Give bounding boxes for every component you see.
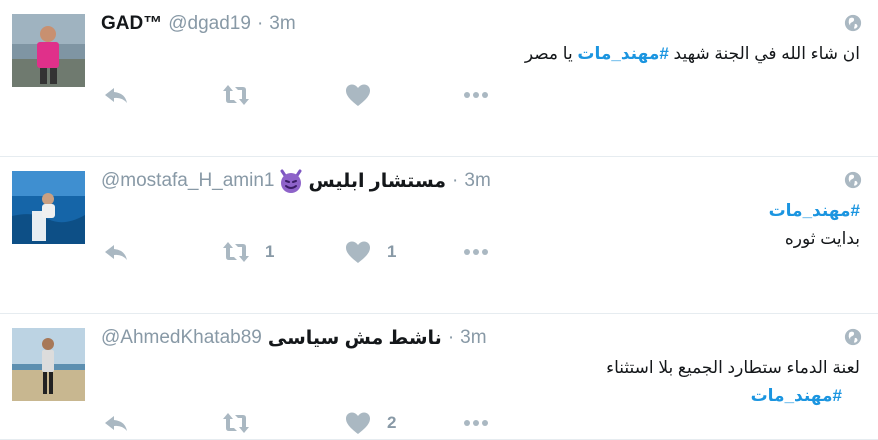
separator-dot: · bbox=[256, 13, 264, 34]
more-button[interactable] bbox=[461, 408, 491, 438]
like-icon bbox=[346, 84, 370, 106]
retweet-icon bbox=[223, 242, 249, 262]
display-name[interactable]: GAD™ bbox=[101, 13, 162, 35]
hashtag-link[interactable]: #مهند_مات bbox=[751, 386, 842, 405]
username[interactable]: @dgad19 bbox=[168, 13, 251, 35]
tweet-line: #مهند_مات bbox=[101, 197, 860, 225]
reply-button[interactable] bbox=[101, 237, 145, 267]
like-count: 2 bbox=[387, 413, 397, 432]
tweet-text: ان شاء الله في الجنة شهيد #مهند_مات يا م… bbox=[101, 40, 860, 68]
globe-icon bbox=[844, 14, 862, 32]
separator-dot: · bbox=[447, 327, 455, 348]
more-icon bbox=[464, 420, 488, 426]
retweet-button[interactable] bbox=[221, 408, 265, 438]
retweet-button[interactable] bbox=[221, 80, 265, 110]
globe-icon bbox=[844, 328, 862, 346]
tweet-actions bbox=[101, 80, 521, 110]
like-count: 1 bbox=[387, 242, 397, 261]
tweet[interactable]: @AhmedKhatab89 ناشط مش سياسى · 3m لعنة ا… bbox=[0, 314, 878, 440]
timestamp[interactable]: 3m bbox=[460, 327, 486, 349]
like-button[interactable]: 1 bbox=[343, 237, 396, 267]
tweet-text-segment: بدايت ثوره bbox=[784, 229, 860, 248]
more-icon bbox=[464, 249, 488, 255]
tweet-text-segment: ان شاء الله في الجنة شهيد bbox=[668, 44, 860, 63]
tweet-text: لعنة الدماء ستطارد الجميع بلا استثناء #م… bbox=[101, 354, 860, 410]
retweet-icon bbox=[223, 413, 249, 433]
like-icon bbox=[346, 412, 370, 434]
timestamp[interactable]: 3m bbox=[464, 170, 490, 192]
like-button[interactable]: 2 bbox=[343, 408, 396, 438]
tweet-actions: 1 1 bbox=[101, 237, 521, 267]
more-button[interactable] bbox=[461, 80, 491, 110]
username[interactable]: @AhmedKhatab89 bbox=[101, 327, 262, 349]
reply-button[interactable] bbox=[101, 80, 145, 110]
smiling-imp-emoji bbox=[280, 169, 302, 193]
retweet-icon bbox=[223, 85, 249, 105]
tweet-line: #مهند_مات bbox=[101, 382, 860, 410]
separator-dot: · bbox=[452, 170, 459, 191]
retweet-count: 1 bbox=[265, 242, 275, 261]
tweet-text-segment: لعنة الدماء ستطارد الجميع بلا استثناء bbox=[606, 358, 860, 377]
more-icon bbox=[464, 92, 488, 98]
hashtag-link[interactable]: #مهند_مات bbox=[769, 201, 860, 220]
tweet-text-segment: يا مصر bbox=[524, 44, 578, 63]
username[interactable]: @mostafa_H_amin1 bbox=[101, 170, 274, 192]
reply-button[interactable] bbox=[101, 408, 145, 438]
reply-icon bbox=[105, 416, 127, 431]
like-icon bbox=[346, 241, 370, 263]
avatar[interactable] bbox=[12, 328, 85, 401]
avatar[interactable] bbox=[12, 14, 85, 87]
globe-icon bbox=[844, 171, 862, 189]
more-button[interactable] bbox=[461, 237, 491, 267]
display-name[interactable]: ناشط مش سياسى bbox=[268, 327, 442, 350]
reply-icon bbox=[105, 88, 127, 103]
tweet-actions: 2 bbox=[101, 408, 521, 438]
display-name[interactable]: مستشار ابليس bbox=[308, 170, 446, 193]
avatar[interactable] bbox=[12, 171, 85, 244]
tweet[interactable]: GAD™ @dgad19 · 3m ان شاء الله في الجنة ش… bbox=[0, 0, 878, 157]
reply-icon bbox=[105, 245, 127, 260]
hashtag-link[interactable]: #مهند_مات bbox=[577, 44, 668, 63]
tweet-line: لعنة الدماء ستطارد الجميع بلا استثناء bbox=[101, 354, 860, 382]
timestamp[interactable]: 3m bbox=[269, 13, 295, 35]
tweet[interactable]: @mostafa_H_amin1 مستشار ابليس · 3m #مهند… bbox=[0, 157, 878, 314]
tweet-line: ان شاء الله في الجنة شهيد #مهند_مات يا م… bbox=[101, 40, 860, 68]
like-button[interactable] bbox=[343, 80, 387, 110]
retweet-button[interactable]: 1 bbox=[221, 237, 274, 267]
